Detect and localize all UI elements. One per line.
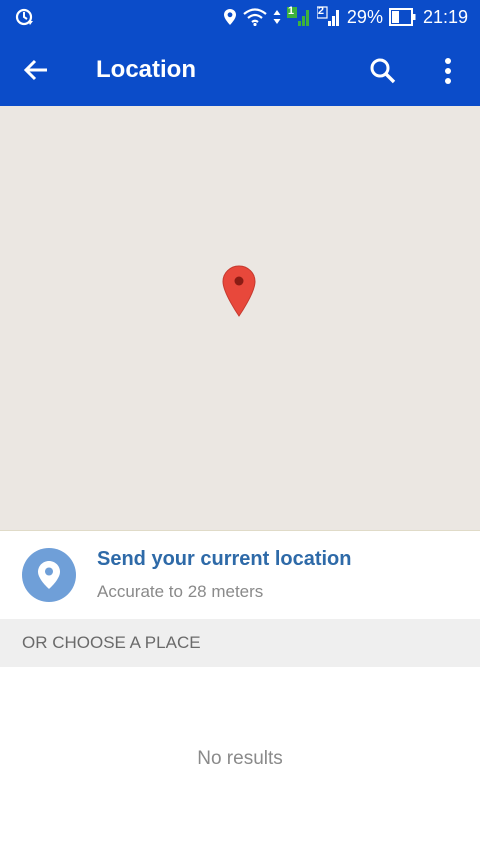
location-pin-icon (22, 548, 76, 602)
map-pin-icon (222, 265, 256, 317)
places-header-label: OR CHOOSE A PLACE (22, 633, 201, 652)
sim2-signal-icon: 2 (316, 5, 341, 28)
wifi-icon (243, 8, 267, 26)
sync-icon (15, 8, 33, 26)
battery-percent: 29% (346, 7, 383, 27)
arrow-back-icon[interactable] (20, 54, 52, 86)
status-icons: 1 2 29% 21:19 (223, 0, 468, 34)
map-view[interactable] (0, 106, 480, 531)
location-icon (223, 9, 236, 25)
data-arrows-icon (273, 10, 281, 24)
status-time: 21:19 (422, 7, 468, 27)
more-vert-icon[interactable] (436, 56, 460, 86)
battery-icon (388, 8, 416, 26)
sim2-label: 2 (317, 5, 325, 17)
send-current-location-item[interactable]: Send your current location Accurate to 2… (0, 531, 480, 619)
places-section-header: OR CHOOSE A PLACE (0, 619, 480, 667)
no-results-text: No results (197, 748, 283, 769)
sim1-label: 1 (287, 5, 295, 17)
current-location-accuracy: Accurate to 28 meters (97, 582, 264, 601)
status-bar: 1 2 29% 21:19 (0, 0, 480, 34)
search-icon[interactable] (368, 56, 398, 86)
page-title: Location (96, 56, 196, 83)
current-location-title: Send your current location (97, 548, 352, 570)
sim1-signal-icon: 1 (286, 5, 311, 28)
app-bar: Location (0, 34, 480, 106)
